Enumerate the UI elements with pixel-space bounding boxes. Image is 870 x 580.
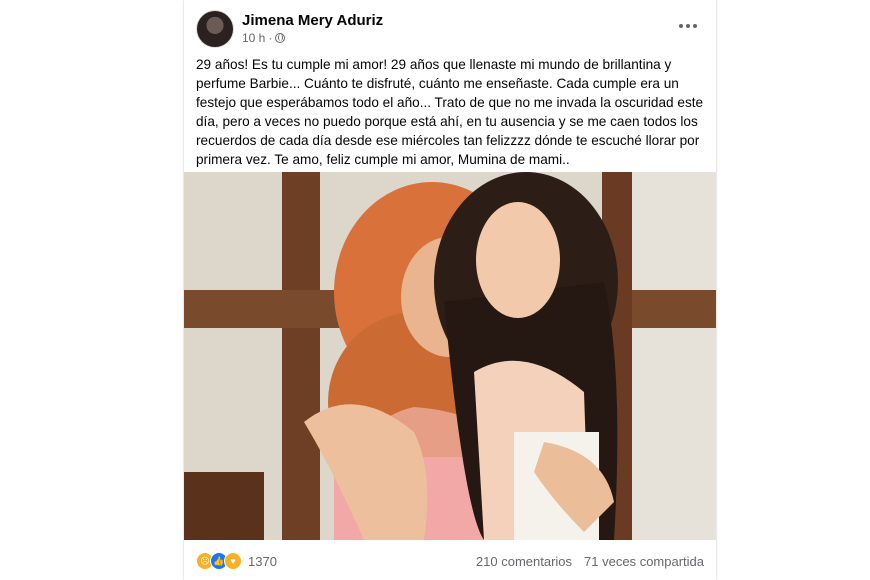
globe-icon[interactable] (275, 33, 286, 43)
more-icon-dot (693, 24, 697, 28)
post-time[interactable]: 10 h (242, 31, 265, 45)
more-icon-dot (686, 24, 690, 28)
post-header: Jimena Mery Aduriz 10 h · (196, 10, 704, 50)
meta-separator: · (268, 31, 273, 45)
more-options-button[interactable] (676, 16, 700, 36)
post-meta: 10 h · (242, 31, 286, 45)
more-icon (679, 24, 683, 28)
post-text: 29 años! Es tu cumple mi amor! 29 años q… (196, 57, 704, 167)
post-footer: ☹ 👍 ♥ 1370 210 comentarios 71 veces comp… (196, 548, 704, 574)
care-reaction-icon: ♥ (224, 552, 242, 570)
post-photo[interactable] (184, 172, 716, 540)
author-avatar[interactable] (196, 10, 234, 48)
author-name[interactable]: Jimena Mery Aduriz (242, 12, 383, 29)
reactions-summary[interactable]: ☹ 👍 ♥ 1370 (196, 552, 277, 570)
engagement-stats: 210 comentarios 71 veces compartida (476, 554, 704, 569)
post-card: Jimena Mery Aduriz 10 h · 29 años! Es tu… (184, 0, 716, 580)
comments-count[interactable]: 210 comentarios (476, 554, 572, 569)
reaction-count[interactable]: 1370 (248, 554, 277, 569)
shares-count[interactable]: 71 veces compartida (584, 554, 704, 569)
